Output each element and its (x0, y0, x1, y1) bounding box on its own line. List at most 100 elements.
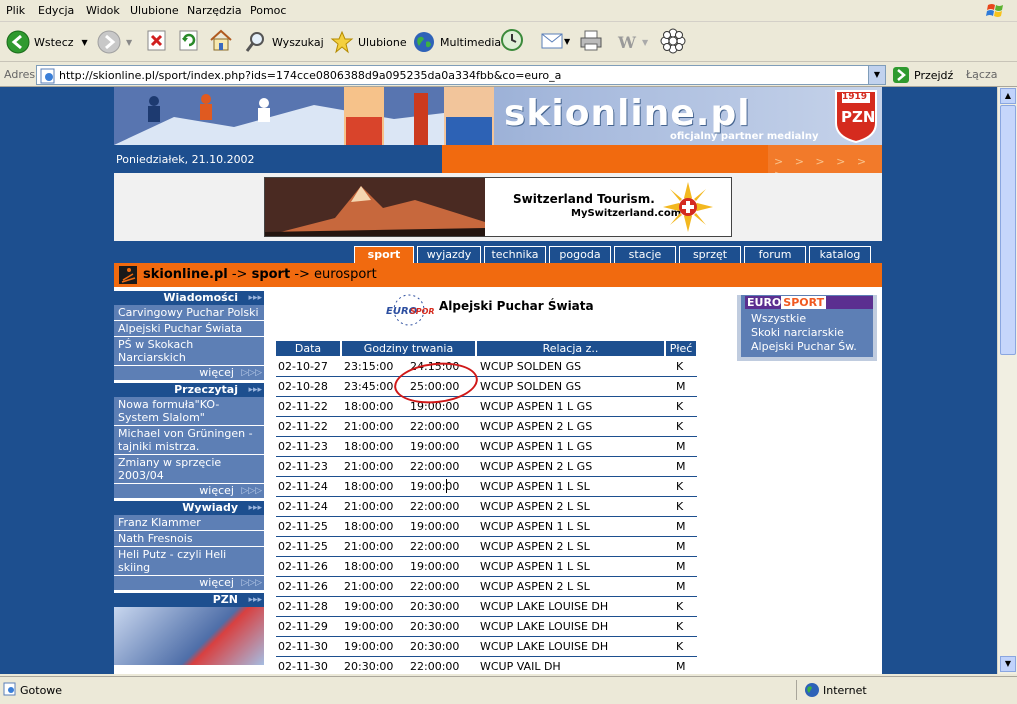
forward-button[interactable]: ▼ (96, 28, 132, 56)
menu-widok[interactable]: Widok (86, 4, 120, 17)
cell-gender: K (676, 480, 684, 493)
tab-sprzet[interactable]: sprzęt (679, 246, 741, 263)
tab-pogoda[interactable]: pogoda (549, 246, 611, 263)
table-row: 02-11-25 21:00:00 22:00:00 WCUP ASPEN 2 L S… (276, 537, 697, 557)
cell-date: 02-10-27 (278, 360, 328, 373)
scroll-up-icon[interactable]: ▲ (1000, 88, 1016, 104)
address-bar: Adres http://skionline.pl/sport/index.ph… (0, 63, 1017, 87)
breadcrumb-sep: -> (227, 267, 252, 282)
star-icon (330, 30, 354, 54)
back-label: Wstecz (34, 35, 74, 49)
sidebar-link[interactable]: Zmiany w sprzęcie 2003/04 (114, 455, 264, 484)
date-bar: Poniedziałek, 21.10.2002 > > > > > > (114, 145, 882, 181)
address-input[interactable]: http://skionline.pl/sport/index.php?ids=… (36, 65, 886, 85)
more-link[interactable]: więcej (114, 576, 264, 593)
menu-plik[interactable]: Plik (6, 4, 25, 17)
ad-banner[interactable]: Switzerland Tourism. MySwitzerland.com (264, 177, 732, 237)
tab-katalog[interactable]: katalog (809, 246, 871, 263)
zone-text: Internet (823, 684, 867, 697)
sidebar-link[interactable]: Alpejski Puchar Świata (114, 321, 264, 337)
svg-text:▼: ▼ (564, 37, 570, 46)
toolbar: Wstecz ▼ ▼ Wyszukaj Ulubione Multimedia … (0, 22, 1017, 62)
table-row: 02-10-28 23:45:00 25:00:00 WCUP SOLDEN GS M (276, 377, 697, 397)
site-logo[interactable]: skionline.pl (504, 93, 751, 134)
forward-arrow-icon (97, 30, 121, 54)
tab-technika[interactable]: technika (484, 246, 546, 263)
sidebar-heading-pzn: PZN (114, 593, 264, 607)
cell-date: 02-11-26 (278, 580, 328, 593)
sidebar-link[interactable]: Heli Putz - czyli Heli skiing (114, 547, 264, 576)
favorites-button[interactable]: Ulubione (330, 28, 407, 56)
cell-start: 18:00:00 (344, 560, 394, 573)
eurosport-link[interactable]: Skoki narciarskie (751, 326, 871, 339)
cell-gender: K (676, 500, 684, 513)
multimedia-button[interactable]: Multimedia (412, 28, 501, 56)
home-icon[interactable] (208, 28, 234, 56)
breadcrumb-home[interactable]: skionline.pl (143, 267, 228, 282)
messenger-icon[interactable] (660, 28, 686, 56)
cell-date: 02-11-24 (278, 480, 328, 493)
back-button[interactable]: Wstecz ▼ (6, 28, 88, 56)
tab-wyjazdy[interactable]: wyjazdy (417, 246, 481, 263)
edit-icon[interactable]: W (618, 28, 636, 56)
breadcrumb-path: skionline.pl -> sport -> eurosport (143, 267, 377, 282)
breadcrumb: skionline.pl -> sport -> eurosport (114, 263, 882, 287)
cell-gender: K (676, 620, 684, 633)
sidebar-heading-przeczytaj: Przeczytaj (114, 383, 264, 397)
table-row: 02-11-30 19:00:00 20:30:00 WCUP LAKE LOUISE… (276, 637, 697, 657)
menu-pomoc[interactable]: Pomoc (250, 4, 286, 17)
pzn-badge-year: 1919 (842, 92, 868, 102)
text-cursor (446, 479, 447, 493)
eurosport-link[interactable]: Wszystkie (751, 312, 871, 325)
tab-forum[interactable]: forum (744, 246, 806, 263)
cell-start: 23:15:00 (344, 360, 394, 373)
chevron-down-icon[interactable]: ▼ (642, 28, 648, 56)
vertical-scrollbar[interactable]: ▲ ▼ (997, 87, 1017, 674)
sidebar-link[interactable]: Nath Fresnois (114, 531, 264, 547)
cell-start: 21:00:00 (344, 420, 394, 433)
tab-stacje[interactable]: stacje (614, 246, 676, 263)
sidebar-link[interactable]: Nowa formuła"KO-System Slalom" (114, 397, 264, 426)
more-link[interactable]: więcej (114, 366, 264, 383)
cell-event: WCUP VAIL DH (480, 660, 561, 673)
refresh-icon[interactable] (178, 28, 200, 56)
sidebar-link[interactable]: Michael von Grüningen - tajniki mistrza. (114, 426, 264, 455)
column-header-date: Data (276, 341, 340, 356)
back-arrow-icon (6, 30, 30, 54)
more-link[interactable]: więcej (114, 484, 264, 501)
cell-end: 19:00:00 (410, 560, 460, 573)
stop-icon[interactable] (146, 28, 168, 56)
menu-narzedzia[interactable]: Narzędzia (187, 4, 242, 17)
tab-sport[interactable]: sport (354, 246, 414, 263)
breadcrumb-section[interactable]: sport (252, 267, 291, 282)
history-icon[interactable] (500, 28, 524, 56)
menu-edycja[interactable]: Edycja (38, 4, 74, 17)
eurosport-link[interactable]: Alpejski Puchar Św. (751, 340, 871, 353)
mail-icon[interactable]: ▼ (540, 28, 570, 56)
cell-start: 19:00:00 (344, 600, 394, 613)
search-button[interactable]: Wyszukaj (244, 28, 324, 56)
pzn-skier-image[interactable] (114, 607, 264, 665)
cell-event: WCUP ASPEN 1 L SL (480, 560, 590, 573)
menu-ulubione[interactable]: Ulubione (130, 4, 179, 17)
sidebar-link[interactable]: Carvingowy Puchar Polski (114, 305, 264, 321)
sidebar-heading-wywiady: Wywiady (114, 501, 264, 515)
scroll-down-icon[interactable]: ▼ (1000, 656, 1016, 672)
sidebar-link[interactable]: Franz Klammer (114, 515, 264, 531)
cell-event: WCUP LAKE LOUISE DH (480, 640, 609, 653)
address-dropdown-icon[interactable]: ▼ (868, 66, 885, 84)
chevron-down-icon[interactable]: ▼ (126, 38, 132, 47)
cell-start: 19:00:00 (344, 640, 394, 653)
table-row: 02-11-22 21:00:00 22:00:00 WCUP ASPEN 2 L G… (276, 417, 697, 437)
search-label: Wyszukaj (272, 35, 324, 49)
links-label[interactable]: Łącza (966, 68, 998, 81)
table-body: 02-10-27 23:15:00 24:15:00 WCUP SOLDEN GS K 0… (276, 357, 697, 674)
sidebar-link[interactable]: PŚ w Skokach Narciarskich (114, 337, 264, 366)
scroll-thumb[interactable] (1000, 105, 1016, 355)
cell-date: 02-11-29 (278, 620, 328, 633)
windows-logo-icon (986, 4, 1003, 17)
print-icon[interactable] (578, 28, 604, 56)
go-button[interactable]: Przejdź (892, 66, 953, 84)
chevron-down-icon[interactable]: ▼ (82, 38, 88, 47)
cell-event: WCUP LAKE LOUISE DH (480, 620, 609, 633)
